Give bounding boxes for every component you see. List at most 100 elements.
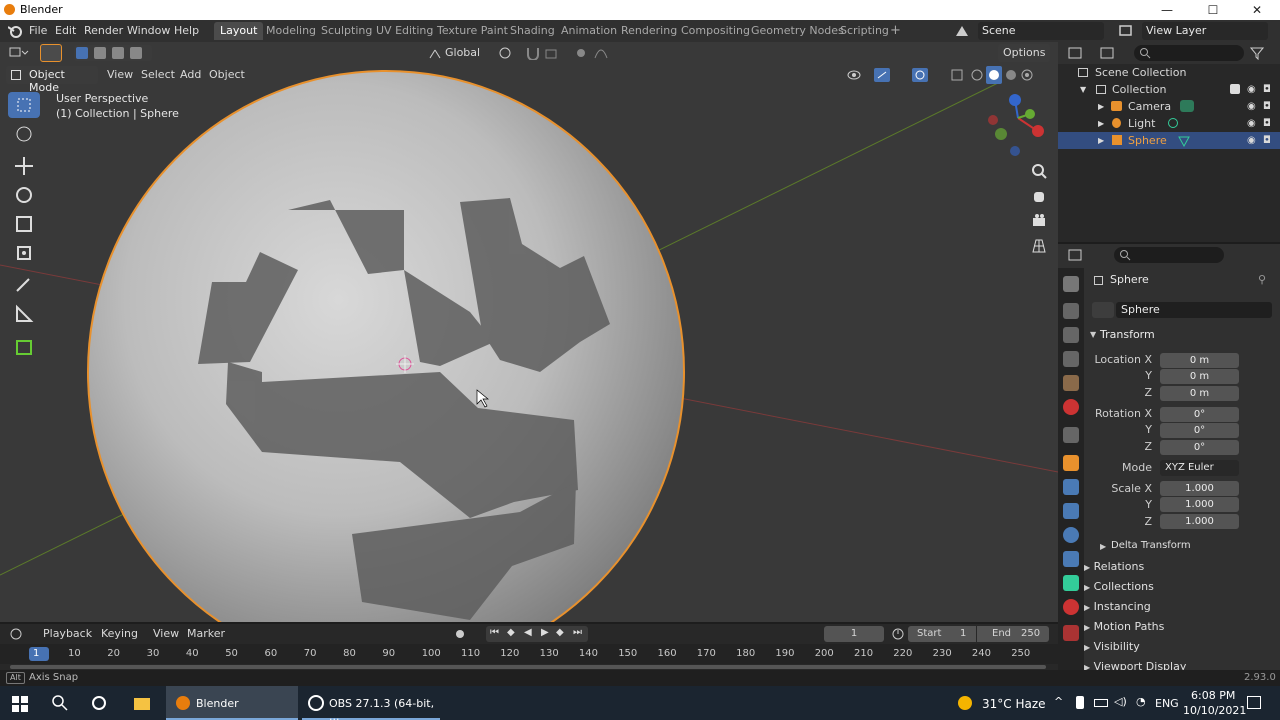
timeline-menu-keying[interactable]: Keying xyxy=(96,625,143,643)
camera-restrict-icon[interactable]: ◘ xyxy=(1263,132,1271,149)
object-name-field[interactable]: Sphere xyxy=(1116,302,1272,318)
xray-icon[interactable] xyxy=(950,68,964,82)
close-window-button[interactable]: ✕ xyxy=(1234,1,1280,19)
3d-viewport[interactable] xyxy=(0,42,1058,622)
outliner-search-input[interactable] xyxy=(1134,45,1244,61)
expand-arrow-icon[interactable]: ▼ xyxy=(1080,81,1086,98)
camera-restrict-icon[interactable]: ◘ xyxy=(1263,81,1271,98)
outliner-item-sphere[interactable]: ▶ Sphere ◉ ◘ xyxy=(1058,132,1280,149)
tab-sculpting[interactable]: Sculpting xyxy=(315,22,378,40)
expand-arrow-icon[interactable]: ▶ xyxy=(1098,132,1104,149)
menu-window[interactable]: Window xyxy=(127,24,170,37)
visibility-icon[interactable] xyxy=(846,68,862,82)
prev-keyframe-icon[interactable]: ◆ xyxy=(507,627,515,638)
menu-help[interactable]: Help xyxy=(174,24,199,37)
tool-tab-icon[interactable] xyxy=(1063,276,1079,292)
eye-icon[interactable]: ◉ xyxy=(1247,98,1256,115)
view-layer-selector[interactable]: View Layer xyxy=(1142,22,1268,40)
camera-restrict-icon[interactable]: ◘ xyxy=(1263,98,1271,115)
viewport-menu-add[interactable]: Add xyxy=(175,66,206,84)
tool-annotate[interactable] xyxy=(8,272,40,298)
outliner-scene-collection[interactable]: Scene Collection xyxy=(1058,64,1280,81)
panel-visibility[interactable]: ▶ Visibility xyxy=(1084,638,1274,656)
panel-relations[interactable]: ▶ Relations xyxy=(1084,558,1274,576)
snap-target-icon[interactable] xyxy=(544,46,560,60)
windows-start-icon[interactable] xyxy=(12,696,28,712)
scale-x-field[interactable]: 1.000 xyxy=(1160,481,1239,496)
tab-shading[interactable]: Shading xyxy=(504,22,561,40)
cortana-icon[interactable] xyxy=(91,695,107,711)
collapse-arrow-icon[interactable]: ▼ xyxy=(1090,330,1096,339)
world-tab-icon[interactable] xyxy=(1063,399,1079,415)
tool-add-cube[interactable] xyxy=(8,334,40,360)
tab-rendering[interactable]: Rendering xyxy=(615,22,683,40)
notifications-icon[interactable] xyxy=(1247,696,1261,709)
perspective-toggle-icon[interactable] xyxy=(1030,237,1048,255)
tool-move[interactable] xyxy=(8,153,40,179)
camera-view-icon[interactable] xyxy=(1030,212,1048,230)
rotation-z-field[interactable]: 0° xyxy=(1160,440,1239,455)
play-icon[interactable]: ▶ xyxy=(541,627,549,638)
weather-icon[interactable] xyxy=(958,696,972,710)
proportional-editing-icon[interactable] xyxy=(574,46,588,60)
tool-rotate[interactable] xyxy=(8,182,40,208)
transform-panel-title[interactable]: Transform xyxy=(1100,328,1155,341)
tool-transform[interactable] xyxy=(8,240,40,266)
network-icon[interactable]: ◔ xyxy=(1136,695,1146,708)
constraints-tab-icon[interactable] xyxy=(1063,551,1079,567)
taskbar-blender-app[interactable]: Blender xyxy=(166,686,298,720)
mesh-data-icon[interactable] xyxy=(1178,135,1190,147)
viewport-menu-select[interactable]: Select xyxy=(136,66,180,84)
view-layer-tab-icon[interactable] xyxy=(1063,351,1079,367)
snap-icon[interactable] xyxy=(526,46,540,60)
play-reverse-icon[interactable]: ◀ xyxy=(524,627,532,638)
select-box-tool-button[interactable] xyxy=(40,44,62,62)
tray-expand-icon[interactable]: ^ xyxy=(1054,695,1063,708)
shading-solid-icon[interactable] xyxy=(986,66,1002,84)
camera-restrict-icon[interactable]: ◘ xyxy=(1263,115,1271,132)
pivot-point-icon[interactable] xyxy=(498,46,516,60)
overlays-icon[interactable] xyxy=(912,68,928,82)
location-x-field[interactable]: 0 m xyxy=(1160,353,1239,368)
jump-end-icon[interactable]: ⏭ xyxy=(573,627,582,638)
clock-icon[interactable] xyxy=(891,627,905,641)
weather-text[interactable]: 31°C Haze xyxy=(982,697,1046,711)
clock-time[interactable]: 6:08 PM xyxy=(1191,689,1235,702)
outliner-item-camera[interactable]: ▶ Camera ◉ ◘ xyxy=(1058,98,1280,115)
start-frame-field[interactable]: Start 1 xyxy=(908,626,976,642)
tab-modeling[interactable]: Modeling xyxy=(260,22,322,40)
view-layer-icon[interactable] xyxy=(1118,24,1134,38)
taskbar-obs-app[interactable]: OBS 27.1.3 (64-bit, ... xyxy=(302,686,440,720)
zoom-icon[interactable] xyxy=(1030,162,1048,180)
eye-icon[interactable]: ◉ xyxy=(1247,81,1256,98)
select-subtract-icon[interactable] xyxy=(112,47,124,59)
editor-type-icon[interactable] xyxy=(8,45,32,61)
location-z-field[interactable]: 0 m xyxy=(1160,386,1239,401)
panel-collections[interactable]: ▶ Collections xyxy=(1084,578,1274,596)
tool-select-box[interactable] xyxy=(8,92,40,118)
physics-tab-icon[interactable] xyxy=(1063,527,1079,543)
current-frame-field[interactable]: 1 xyxy=(824,626,884,642)
select-invert-icon[interactable] xyxy=(130,47,142,59)
viewport-menu-object[interactable]: Object xyxy=(204,66,250,84)
location-y-field[interactable]: 0 m xyxy=(1160,369,1239,384)
scrollbar-thumb[interactable] xyxy=(10,665,1046,669)
exclude-checkbox[interactable] xyxy=(1230,84,1240,94)
texture-tab-icon[interactable] xyxy=(1063,625,1079,641)
tab-compositing[interactable]: Compositing xyxy=(675,22,756,40)
delta-transform-subpanel[interactable]: Delta Transform xyxy=(1111,540,1191,551)
viewport-menu-view[interactable]: View xyxy=(102,66,138,84)
next-keyframe-icon[interactable]: ◆ xyxy=(556,627,564,638)
gizmo-toggle-icon[interactable] xyxy=(874,68,890,82)
rotation-mode-dropdown[interactable]: XYZ Euler xyxy=(1160,460,1239,476)
mode-selector[interactable]: Object Mode xyxy=(6,66,98,94)
clock-date[interactable]: 10/10/2021 xyxy=(1183,704,1246,717)
data-tab-icon[interactable] xyxy=(1063,575,1079,591)
pin-icon[interactable]: ⚲ xyxy=(1258,273,1266,286)
eye-icon[interactable]: ◉ xyxy=(1247,115,1256,132)
render-tab-icon[interactable] xyxy=(1063,303,1079,319)
language-indicator[interactable]: ENG xyxy=(1155,697,1179,710)
pan-hand-icon[interactable] xyxy=(1030,187,1048,205)
output-tab-icon[interactable] xyxy=(1063,327,1079,343)
tool-cursor[interactable] xyxy=(8,121,40,147)
